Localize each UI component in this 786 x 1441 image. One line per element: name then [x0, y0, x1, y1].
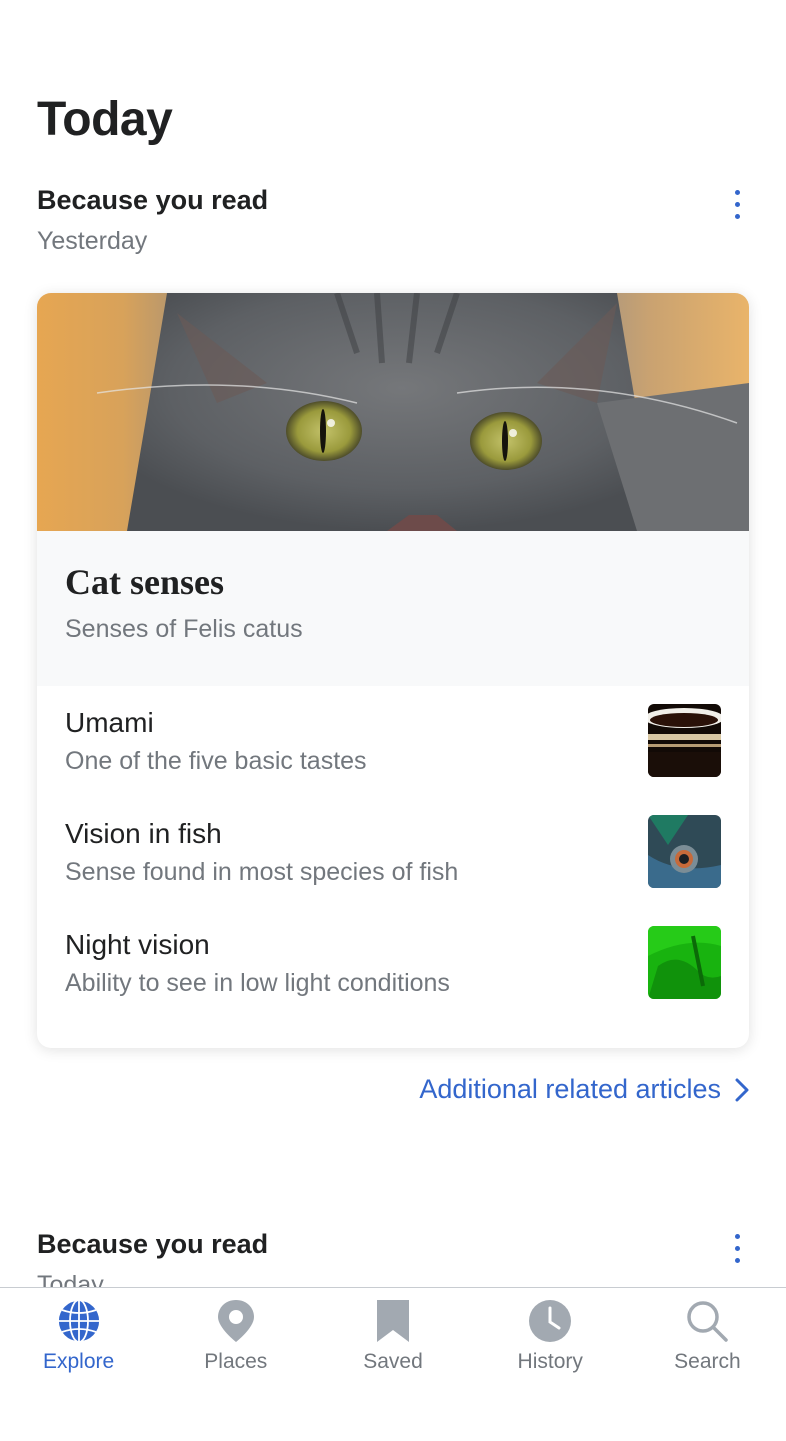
globe-icon [56, 1299, 101, 1343]
tab-history[interactable]: History [472, 1288, 629, 1441]
related-item-description: Ability to see in low light conditions [65, 969, 450, 997]
chevron-right-icon [735, 1078, 749, 1101]
tab-explore[interactable]: Explore [0, 1288, 157, 1441]
tab-label: Places [204, 1350, 268, 1373]
fish-eye-thumbnail [648, 815, 721, 888]
tab-saved[interactable]: Saved [314, 1288, 471, 1441]
additional-related-articles-link[interactable]: Additional related articles [419, 1074, 749, 1105]
more-options-icon[interactable] [725, 1228, 749, 1268]
tab-label: Saved [363, 1350, 423, 1373]
tab-bar: Explore Places Saved History Search [0, 1287, 786, 1441]
related-item-title: Umami [65, 707, 154, 738]
section-subtitle: Yesterday [37, 227, 148, 255]
tab-label: Explore [43, 1350, 115, 1373]
map-pin-icon [217, 1300, 254, 1342]
more-options-icon[interactable] [725, 184, 749, 224]
hero-image-cat[interactable] [37, 293, 749, 531]
related-item-umami[interactable]: Umami One of the five basic tastes [65, 698, 721, 809]
section-title: Because you read [37, 185, 269, 215]
related-item-night-vision[interactable]: Night vision Ability to see in low light… [65, 920, 721, 1031]
related-articles-card: Cat senses Senses of Felis catus Umami O… [37, 293, 749, 1048]
related-item-vision-in-fish[interactable]: Vision in fish Sense found in most speci… [65, 809, 721, 920]
umami-thumbnail [648, 704, 721, 777]
tab-places[interactable]: Places [157, 1288, 314, 1441]
night-vision-thumbnail [648, 926, 721, 999]
hero-caption[interactable]: Cat senses Senses of Felis catus [37, 531, 749, 686]
more-link-label: Additional related articles [419, 1074, 721, 1104]
related-item-title: Night vision [65, 929, 210, 960]
search-icon [687, 1301, 729, 1342]
section-header: Because you read Yesterday [37, 184, 749, 256]
bookmark-icon [377, 1300, 409, 1342]
related-list: Umami One of the five basic tastes Visio… [37, 686, 749, 1031]
tab-label: History [517, 1350, 583, 1373]
related-item-title: Vision in fish [65, 818, 222, 849]
cat-face-image [96, 293, 749, 531]
clock-icon [529, 1300, 572, 1342]
hero-article-description: Senses of Felis catus [65, 615, 303, 643]
tab-label: Search [674, 1350, 741, 1373]
related-item-description: Sense found in most species of fish [65, 858, 459, 886]
tab-search[interactable]: Search [629, 1288, 786, 1441]
related-item-description: One of the five basic tastes [65, 747, 367, 775]
hero-article-title: Cat senses [65, 562, 224, 602]
section-title: Because you read [37, 1229, 269, 1259]
page-title: Today [37, 93, 173, 146]
